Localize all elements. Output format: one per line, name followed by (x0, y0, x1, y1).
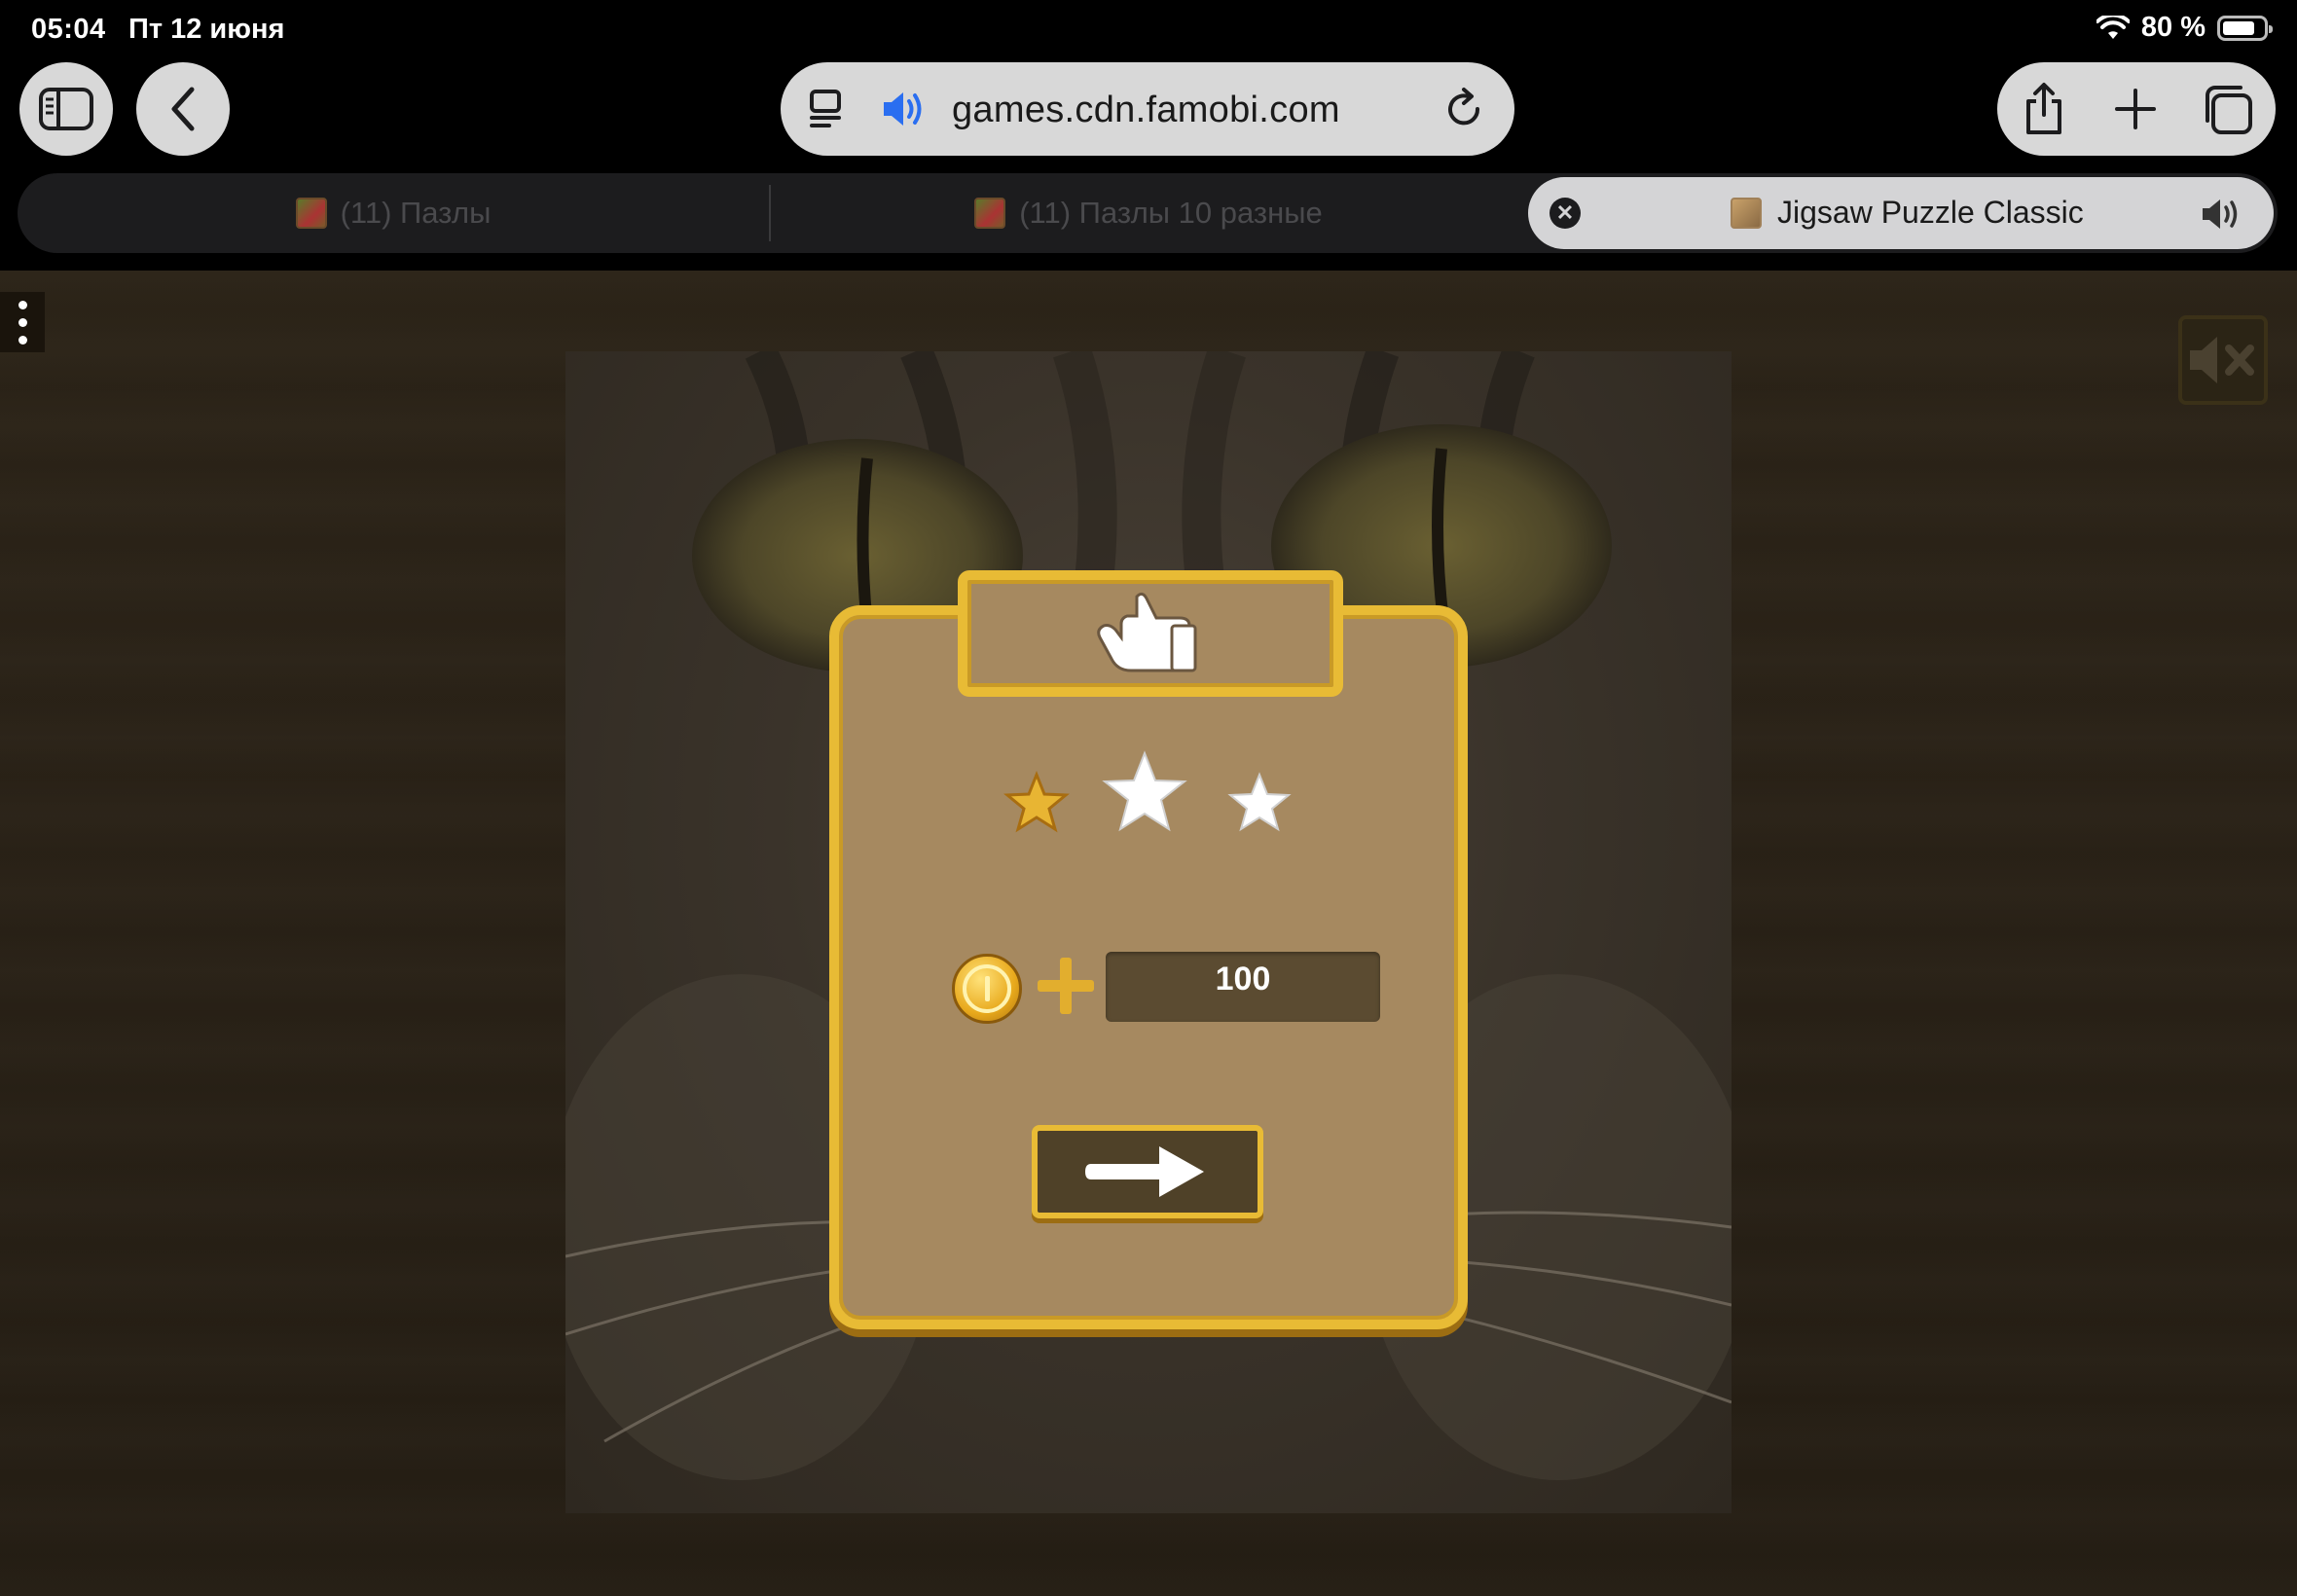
mute-button[interactable] (2178, 315, 2268, 405)
browser-toolbar: games.cdn.famobi.com (0, 56, 2297, 163)
status-bar: 05:04 Пт 12 июня 80 % (0, 0, 2297, 56)
audio-icon[interactable] (880, 86, 927, 132)
tab-puzzles-10[interactable]: (11) Пазлы 10 разные (771, 173, 1526, 253)
back-icon (171, 87, 195, 131)
new-tab-icon[interactable] (2114, 88, 2157, 130)
status-time: 05:04 (31, 14, 106, 45)
tab-title: (11) Пазлы 10 разные (1019, 196, 1323, 230)
star-earned-icon (1003, 770, 1070, 833)
close-tab-icon[interactable]: ✕ (1550, 198, 1581, 229)
game-area: 100 (0, 271, 2297, 1596)
next-level-button[interactable] (1032, 1125, 1263, 1218)
battery-icon (2217, 15, 2273, 41)
status-right: 80 % (2096, 12, 2273, 44)
rating-stars (1003, 750, 1292, 833)
plus-icon (1038, 958, 1094, 1014)
tab-bar: (11) Пазлы (11) Пазлы 10 разные ✕ Jigsaw… (18, 173, 2278, 253)
reward-amount-box: 100 (1106, 952, 1380, 1022)
back-button[interactable] (136, 62, 230, 156)
dialog-header (958, 570, 1343, 697)
reload-icon[interactable] (1442, 86, 1485, 132)
menu-dots-icon[interactable] (0, 292, 45, 352)
tab-jigsaw-puzzle-classic[interactable]: ✕ Jigsaw Puzzle Classic (1528, 177, 2274, 249)
share-icon[interactable] (2021, 82, 2067, 136)
speaker-icon[interactable] (2200, 195, 2244, 234)
tab-favicon (295, 198, 327, 229)
address-bar[interactable]: games.cdn.famobi.com (781, 62, 1514, 156)
tab-puzzles[interactable]: (11) Пазлы (18, 173, 769, 253)
mute-icon (2190, 337, 2254, 383)
star-empty-icon (1102, 750, 1187, 832)
toolbar-actions (1997, 62, 2276, 156)
reward-amount: 100 (1215, 961, 1271, 998)
coin-icon (952, 954, 1022, 1024)
wifi-icon (2096, 15, 2130, 39)
status-date: Пт 12 июня (128, 14, 285, 45)
sidebar-button[interactable] (19, 62, 113, 156)
reward-row: 100 (952, 950, 1380, 1047)
arrow-right-icon (1085, 1146, 1204, 1197)
battery-percent: 80 % (2140, 12, 2206, 43)
star-empty-icon (1227, 772, 1292, 832)
tab-title: Jigsaw Puzzle Classic (1777, 195, 2084, 230)
tab-favicon (974, 198, 1006, 229)
tab-favicon (1731, 197, 1762, 229)
url-text[interactable]: games.cdn.famobi.com (952, 90, 1340, 131)
sidebar-icon (39, 88, 93, 130)
tabs-icon[interactable] (2202, 84, 2254, 136)
battery-fill (2223, 20, 2254, 35)
hand-icon (1097, 592, 1197, 672)
tab-title: (11) Пазлы (340, 196, 492, 230)
reader-icon[interactable] (808, 86, 847, 132)
